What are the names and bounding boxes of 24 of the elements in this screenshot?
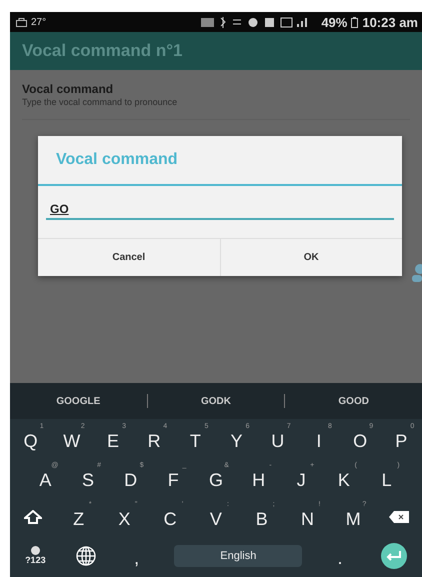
dialog-button[interactable]: Cancel: [38, 239, 220, 276]
temperature-text: 27°: [31, 16, 46, 28]
key[interactable]: .: [326, 542, 353, 569]
clock-text: 10:23 am: [362, 14, 418, 30]
space-bar[interactable]: English: [174, 544, 302, 566]
app-title: Vocal command n°1: [22, 41, 182, 61]
backspace-icon: [389, 510, 409, 522]
setting-subtitle: Type the vocal command to pronounce: [22, 97, 178, 107]
suggestion[interactable]: GODK: [148, 394, 284, 408]
dialog-button[interactable]: OK: [220, 239, 402, 276]
key[interactable]: ,: [124, 542, 150, 569]
backspace-key[interactable]: [386, 510, 412, 522]
battery-icon: [351, 16, 358, 28]
person-icon: [410, 264, 422, 282]
input-field[interactable]: GO: [46, 200, 394, 220]
emoji-icon: [30, 546, 40, 555]
setting-title: Vocal command: [22, 82, 114, 96]
dialog-title: Vocal command: [38, 136, 402, 186]
suggestion[interactable]: GOOGLE: [10, 394, 147, 408]
globe-icon: [76, 546, 96, 566]
battery-text: 49%: [321, 14, 348, 30]
suggestion[interactable]: GOOD: [285, 394, 422, 408]
shift-icon: [24, 510, 42, 524]
symbols-key[interactable]: ?123: [22, 546, 48, 565]
